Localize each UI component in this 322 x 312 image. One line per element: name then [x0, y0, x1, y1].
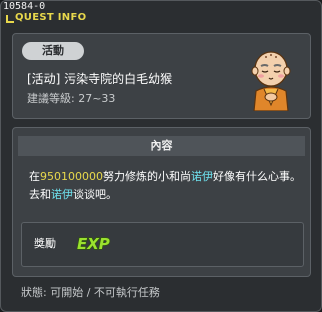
corner-bracket-icon — [5, 14, 14, 23]
reward-box: 獎勵 EXP — [21, 222, 304, 267]
quest-name: [活动] 污染寺院的白毛幼猴 — [27, 72, 173, 86]
quest-info-window: 10584-0 QUEST INFO 活動 [活动] 污染寺院的白毛幼猴 建議等… — [0, 0, 322, 312]
status-text: 狀態: 可開始 / 不可執行任務 — [21, 286, 160, 299]
reward-label: 獎勵 — [34, 237, 56, 250]
window-title: QUEST INFO — [15, 12, 87, 23]
npc-link[interactable]: 诺伊 — [51, 188, 73, 201]
quest-level: 建議等級: 27~33 — [27, 92, 116, 105]
description-text: 在 — [29, 170, 40, 183]
description-text: 努力修炼的小和尚 — [103, 170, 191, 183]
npc-link[interactable]: 诺伊 — [191, 170, 213, 183]
category-badge: 活動 — [22, 42, 84, 60]
svg-text:EXP: EXP — [77, 235, 110, 253]
title-bar[interactable]: QUEST INFO — [5, 11, 86, 25]
content-header: 內容 — [18, 136, 305, 156]
content-panel: 內容 在950100000努力修炼的小和尚诺伊好像有什么心事。去和诺伊谈谈吧。 … — [12, 127, 311, 277]
exp-icon[interactable]: EXP — [76, 233, 112, 253]
description-text: 谈谈吧。 — [73, 188, 117, 201]
quest-description: 在950100000努力修炼的小和尚诺伊好像有什么心事。去和诺伊谈谈吧。 — [29, 168, 301, 204]
quest-summary-panel: 活動 [活动] 污染寺院的白毛幼猴 建議等級: 27~33 — [12, 33, 311, 119]
map-link[interactable]: 950100000 — [40, 170, 103, 183]
monk-portrait — [251, 51, 291, 111]
